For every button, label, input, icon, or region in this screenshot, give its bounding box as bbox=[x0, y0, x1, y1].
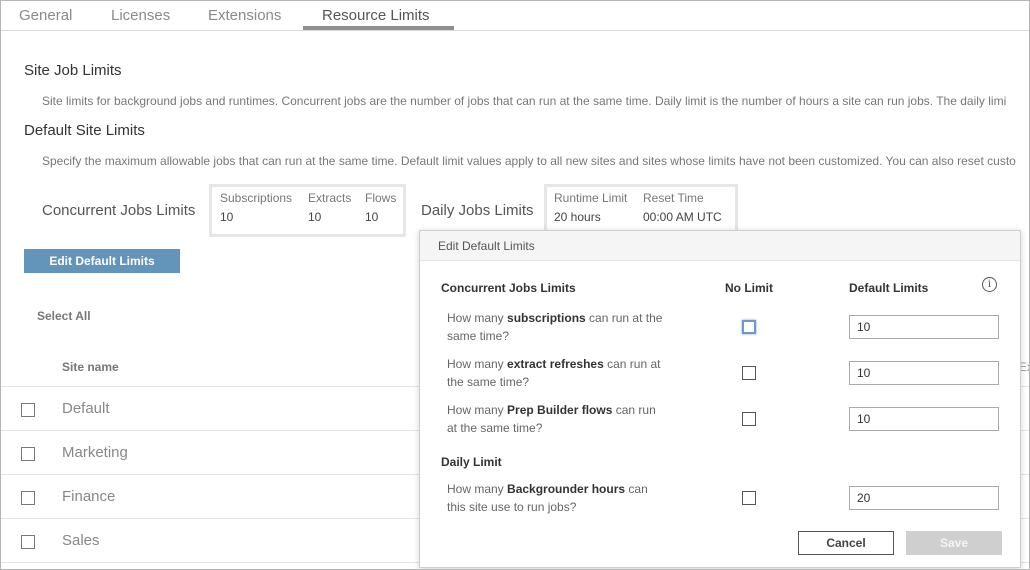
row-checkbox[interactable] bbox=[21, 403, 35, 417]
edit-default-limits-dialog: Edit Default Limits Concurrent Jobs Limi… bbox=[419, 230, 1021, 568]
question-emphasis: extract refreshes bbox=[507, 357, 604, 371]
dialog-header: Edit Default Limits bbox=[420, 231, 1020, 261]
site-name[interactable]: Finance bbox=[62, 488, 115, 505]
active-tab-indicator bbox=[303, 26, 454, 30]
site-name[interactable]: Default bbox=[62, 400, 110, 417]
default-limits-column-header: Default Limits bbox=[849, 281, 929, 295]
subscriptions-header: Subscriptions bbox=[220, 191, 293, 205]
tab-licenses[interactable]: Licenses bbox=[111, 7, 170, 24]
tab-resource-limits[interactable]: Resource Limits bbox=[322, 7, 430, 24]
site-job-limits-description: Site limits for background jobs and runt… bbox=[42, 94, 1007, 108]
runtime-limit-value: 20 hours bbox=[554, 210, 601, 224]
concurrent-jobs-limits-heading: Concurrent Jobs Limits bbox=[441, 281, 576, 295]
subscriptions-value: 10 bbox=[220, 210, 234, 224]
question-emphasis: Backgrounder hours bbox=[507, 482, 626, 496]
prep-builder-flows-no-limit-checkbox[interactable] bbox=[742, 412, 756, 426]
site-name-column-header[interactable]: Site name bbox=[62, 360, 119, 374]
question-text: How many bbox=[447, 311, 508, 325]
select-all-link[interactable]: Select All bbox=[37, 309, 91, 323]
extract-refreshes-limit-input[interactable] bbox=[849, 361, 999, 385]
reset-time-header: Reset Time bbox=[643, 191, 704, 205]
save-button[interactable]: Save bbox=[906, 531, 1002, 555]
runtime-limit-header: Runtime Limit bbox=[554, 191, 628, 205]
table-row: Sales bbox=[1, 519, 421, 563]
concurrent-jobs-limits-label: Concurrent Jobs Limits bbox=[42, 202, 196, 219]
reset-time-value: 00:00 AM UTC bbox=[643, 210, 722, 224]
extract-refreshes-no-limit-checkbox[interactable] bbox=[742, 366, 756, 380]
row-checkbox[interactable] bbox=[21, 535, 35, 549]
extracts-header: Extracts bbox=[308, 191, 352, 205]
extracts-value: 10 bbox=[308, 210, 322, 224]
daily-limit-heading: Daily Limit bbox=[441, 455, 502, 469]
row-checkbox[interactable] bbox=[21, 491, 35, 505]
subscriptions-limit-input[interactable] bbox=[849, 315, 999, 339]
info-icon[interactable]: i bbox=[982, 277, 997, 292]
resource-limits-page: General Licenses Extensions Resource Lim… bbox=[0, 0, 1030, 570]
backgrounder-hours-question: How many Backgrounder hours can this sit… bbox=[447, 480, 667, 516]
flows-header: Flows bbox=[365, 191, 397, 205]
prep-builder-flows-question: How many Prep Builder flows can run at t… bbox=[447, 401, 667, 437]
tab-general[interactable]: General bbox=[19, 7, 72, 24]
backgrounder-hours-limit-input[interactable] bbox=[849, 486, 999, 510]
site-name[interactable]: Sales bbox=[62, 532, 100, 549]
table-row: Marketing bbox=[1, 431, 421, 475]
question-emphasis: Prep Builder flows bbox=[507, 403, 613, 417]
row-checkbox[interactable] bbox=[21, 447, 35, 461]
default-site-limits-description: Specify the maximum allowable jobs that … bbox=[42, 154, 1016, 168]
default-site-limits-title: Default Site Limits bbox=[24, 122, 145, 139]
question-emphasis: subscriptions bbox=[507, 311, 586, 325]
daily-jobs-limits-label: Daily Jobs Limits bbox=[421, 202, 534, 219]
tab-extensions[interactable]: Extensions bbox=[208, 7, 281, 24]
table-row: Default bbox=[1, 387, 421, 431]
question-text: How many bbox=[447, 403, 508, 417]
backgrounder-hours-no-limit-checkbox[interactable] bbox=[742, 491, 756, 505]
cancel-button[interactable]: Cancel bbox=[798, 531, 894, 555]
flows-value: 10 bbox=[365, 210, 379, 224]
concurrent-limits-summary: Subscriptions 10 Extracts 10 Flows 10 bbox=[209, 184, 406, 237]
table-row: Finance bbox=[1, 475, 421, 519]
extract-refreshes-question: How many extract refreshes can run at th… bbox=[447, 355, 667, 391]
edit-default-limits-button[interactable]: Edit Default Limits bbox=[24, 249, 180, 273]
site-name[interactable]: Marketing bbox=[62, 444, 128, 461]
dialog-title: Edit Default Limits bbox=[438, 239, 535, 253]
question-text: How many bbox=[447, 482, 508, 496]
subscriptions-question: How many subscriptions can run at the sa… bbox=[447, 309, 667, 345]
prep-builder-flows-limit-input[interactable] bbox=[849, 407, 999, 431]
subscriptions-no-limit-checkbox[interactable] bbox=[742, 320, 756, 334]
no-limit-column-header: No Limit bbox=[725, 281, 773, 295]
settings-tabs: General Licenses Extensions Resource Lim… bbox=[1, 1, 1029, 31]
question-text: How many bbox=[447, 357, 508, 371]
site-job-limits-title: Site Job Limits bbox=[24, 62, 122, 79]
